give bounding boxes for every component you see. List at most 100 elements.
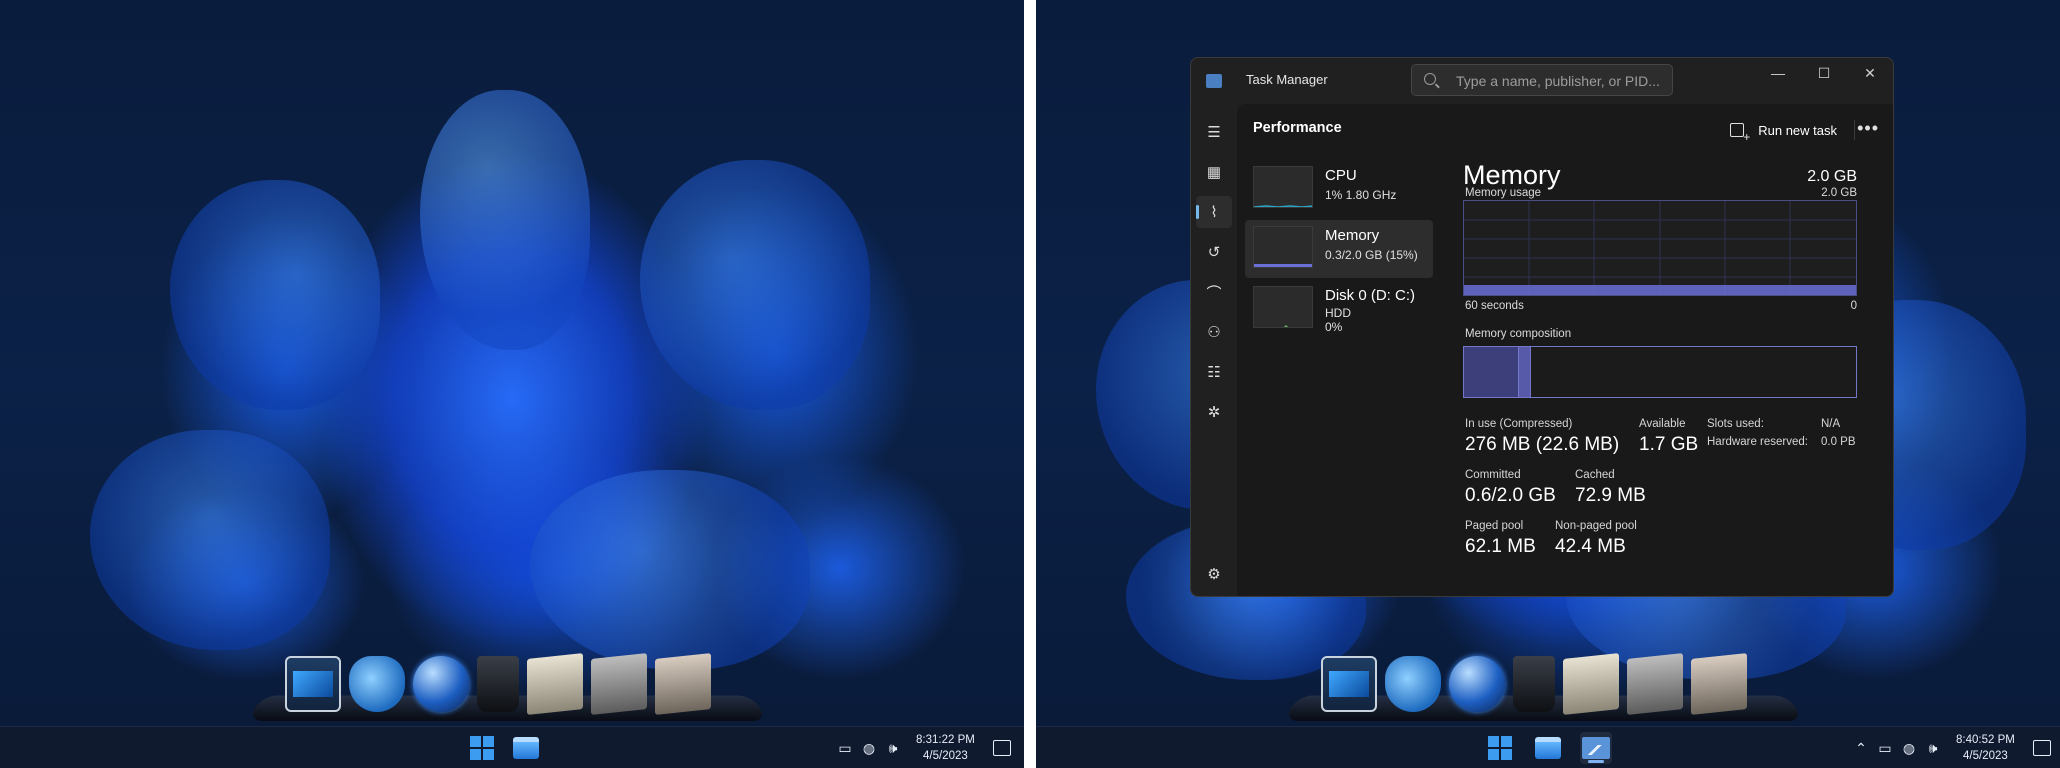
memory-composition-label: Memory composition	[1465, 328, 1572, 340]
file-explorer-button[interactable]	[510, 732, 542, 764]
non-paged-pool-value: 42.4 MB	[1555, 536, 1626, 557]
committed-label: Committed	[1465, 469, 1521, 481]
network-adapter-icon[interactable]: ▭	[836, 739, 854, 757]
more-options-button[interactable]: •••	[1857, 118, 1879, 139]
perf-item-name: CPU	[1325, 167, 1357, 184]
composition-in-use	[1464, 347, 1519, 397]
paged-pool-label: Paged pool	[1465, 520, 1524, 532]
music-folder-icon[interactable]	[1627, 653, 1683, 715]
run-new-task-label: Run new task	[1758, 122, 1837, 138]
title-bar[interactable]: Task Manager — ☐ ✕	[1191, 58, 1893, 104]
search-icon	[1424, 73, 1436, 85]
run-task-icon	[1730, 123, 1750, 144]
computer-icon[interactable]	[1321, 656, 1377, 712]
recycle-bin-icon[interactable]	[1513, 656, 1555, 712]
startup-apps-icon[interactable]: ⌒	[1196, 276, 1232, 308]
documents-folder-icon[interactable]	[1563, 653, 1619, 715]
volume-icon[interactable]: 🕪	[1924, 739, 1942, 757]
memory-thumbnail-graph	[1253, 226, 1313, 268]
music-folder-icon[interactable]	[591, 653, 647, 715]
left-desktop: ▭ ◍ 🕪 8:31:22 PM 4/5/2023	[0, 0, 1024, 768]
taskbar: ▭ ◍ 🕪 8:31:22 PM 4/5/2023	[0, 726, 1024, 768]
clock[interactable]: 8:40:52 PM 4/5/2023	[1956, 732, 2015, 764]
perf-item-cpu[interactable]: CPU 1% 1.80 GHz	[1245, 160, 1433, 218]
slots-used-label: Slots used:	[1707, 418, 1764, 430]
graph-time-label: 60 seconds	[1465, 300, 1524, 312]
globe-icon[interactable]: ◍	[1900, 739, 1918, 757]
windows-logo-icon	[470, 736, 494, 760]
cpu-sparkline	[1254, 205, 1312, 207]
run-new-task-button[interactable]: Run new task	[1730, 116, 1837, 144]
right-desktop: Task Manager — ☐ ✕ ☰ ▦ ⌇ ↺ ⌒ ⚇ ☷ ✲ ⚙ Per…	[1036, 0, 2060, 768]
header-divider	[1854, 120, 1855, 140]
clock-date: 4/5/2023	[923, 750, 968, 762]
file-explorer-button[interactable]	[1532, 732, 1564, 764]
task-manager-icon	[1582, 737, 1610, 759]
users-icon[interactable]: ⚇	[1196, 316, 1232, 348]
gamepad-icon[interactable]	[349, 656, 405, 712]
network-adapter-icon[interactable]: ▭	[1876, 739, 1894, 757]
details-icon[interactable]: ☷	[1196, 356, 1232, 388]
pictures-folder-icon[interactable]	[655, 653, 711, 715]
wallpaper-petal	[530, 470, 810, 670]
task-manager-window: Task Manager — ☐ ✕ ☰ ▦ ⌇ ↺ ⌒ ⚇ ☷ ✲ ⚙ Per…	[1190, 57, 1894, 597]
maximize-button[interactable]: ☐	[1801, 58, 1847, 88]
performance-icon[interactable]: ⌇	[1196, 196, 1232, 228]
memory-usage-svg	[1464, 201, 1856, 295]
wallpaper-petal	[170, 180, 380, 410]
clock-time: 8:31:22 PM	[916, 734, 975, 746]
documents-folder-icon[interactable]	[527, 653, 583, 715]
memory-thumbnail-fill	[1254, 264, 1312, 267]
services-icon[interactable]: ✲	[1196, 396, 1232, 428]
start-orb-icon[interactable]	[413, 656, 469, 712]
hardware-reserved-label: Hardware reserved:	[1707, 436, 1808, 448]
perf-item-detail: 0.3/2.0 GB (15%)	[1325, 248, 1418, 262]
clock-date: 4/5/2023	[1963, 750, 2008, 762]
navigation-rail: ☰ ▦ ⌇ ↺ ⌒ ⚇ ☷ ✲ ⚙	[1191, 104, 1237, 596]
window-title: Task Manager	[1246, 72, 1328, 87]
hardware-reserved-value: 0.0 PB	[1821, 436, 1856, 448]
search-input[interactable]	[1456, 71, 1666, 91]
perf-item-name: Memory	[1325, 227, 1380, 244]
disk-sparkline	[1283, 324, 1289, 327]
settings-gear-icon[interactable]: ⚙	[1196, 558, 1232, 590]
gamepad-icon[interactable]	[1385, 656, 1441, 712]
memory-usage-max: 2.0 GB	[1821, 187, 1857, 199]
globe-icon[interactable]: ◍	[860, 739, 878, 757]
cached-value: 72.9 MB	[1575, 485, 1646, 506]
committed-value: 0.6/2.0 GB	[1465, 485, 1556, 506]
panel-header: Performance Run new task •••	[1237, 104, 1893, 154]
wallpaper-petal	[420, 90, 590, 350]
pictures-folder-icon[interactable]	[1691, 653, 1747, 715]
chevron-up-icon[interactable]: ⌃	[1852, 739, 1870, 757]
hamburger-menu-icon[interactable]: ☰	[1196, 116, 1232, 148]
processes-icon[interactable]: ▦	[1196, 156, 1232, 188]
folder-icon	[513, 737, 539, 759]
non-paged-pool-label: Non-paged pool	[1555, 520, 1637, 532]
available-value: 1.7 GB	[1639, 434, 1699, 455]
cpu-thumbnail-graph	[1253, 166, 1313, 208]
perf-item-memory[interactable]: Memory 0.3/2.0 GB (15%)	[1245, 220, 1433, 278]
wallpaper-petal	[90, 430, 330, 650]
volume-icon[interactable]: 🕪	[884, 739, 902, 757]
taskbar: ⌃ ▭ ◍ 🕪 8:40:52 PM 4/5/2023	[1036, 726, 2060, 768]
main-panel: Performance Run new task ••• CPU 1%	[1237, 104, 1893, 596]
notification-icon[interactable]	[992, 740, 1011, 756]
performance-list: CPU 1% 1.80 GHz Memory 0.3/2.0 GB (15%)	[1237, 160, 1441, 340]
close-button[interactable]: ✕	[1847, 58, 1893, 88]
perf-item-detail-2: 0%	[1325, 320, 1343, 334]
perf-item-disk[interactable]: Disk 0 (D: C:) HDD 0%	[1245, 280, 1433, 338]
recycle-bin-icon[interactable]	[477, 656, 519, 712]
minimize-button[interactable]: —	[1755, 58, 1801, 88]
task-manager-taskbar-button[interactable]	[1580, 732, 1612, 764]
search-box[interactable]	[1411, 64, 1673, 96]
page-title: Performance	[1253, 120, 1342, 136]
app-history-icon[interactable]: ↺	[1196, 236, 1232, 268]
start-button[interactable]	[466, 732, 498, 764]
clock[interactable]: 8:31:22 PM 4/5/2023	[916, 732, 975, 764]
notification-icon[interactable]	[2032, 740, 2051, 756]
start-button[interactable]	[1484, 732, 1516, 764]
paged-pool-value: 62.1 MB	[1465, 536, 1536, 557]
computer-icon[interactable]	[285, 656, 341, 712]
start-orb-icon[interactable]	[1449, 656, 1505, 712]
